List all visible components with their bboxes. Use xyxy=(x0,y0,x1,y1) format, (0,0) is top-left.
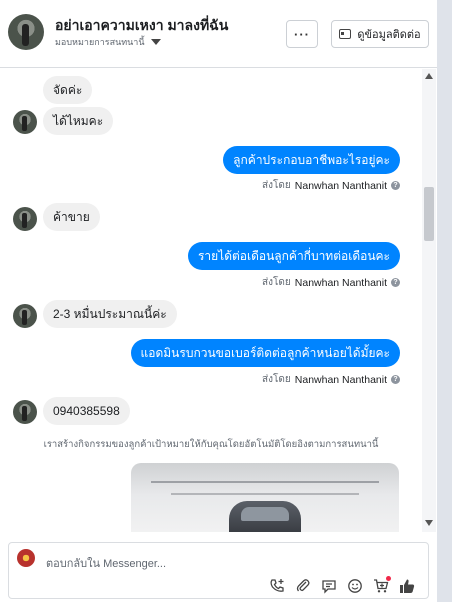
caret-down-icon xyxy=(150,39,161,45)
reply-composer[interactable]: ตอบกลับใน Messenger... xyxy=(8,542,429,599)
contact-avatar-small xyxy=(13,110,37,134)
help-icon[interactable]: ? xyxy=(391,375,400,384)
sent-by-prefix: ส่งโดย xyxy=(262,180,291,191)
help-icon[interactable]: ? xyxy=(391,181,400,190)
photo-detail xyxy=(151,481,379,489)
incoming-message[interactable]: 2-3 หมื่นประมาณนี้ค่ะ xyxy=(43,300,177,328)
conversation-panel: อย่าเอาความเหงา มาลงที่ฉัน มอบหมายการสนท… xyxy=(0,0,437,602)
sent-by-line: ส่งโดย Nanwhan Nanthanit ? xyxy=(262,275,400,290)
message-thread[interactable]: จัดค่ะ ได้ไหมคะ ลูกค้าประกอบอาชีพอะไรอยู… xyxy=(0,69,437,532)
conversation-header: อย่าเอาความเหงา มาลงที่ฉัน มอบหมายการสนท… xyxy=(0,0,437,68)
thumbs-up-icon[interactable] xyxy=(399,578,415,594)
more-options-button[interactable]: ··· xyxy=(286,20,318,48)
incoming-message[interactable]: 0940385598 xyxy=(43,397,130,425)
outgoing-message[interactable]: แอดมินรบกวนขอเบอร์ติดต่อลูกค้าหน่อยได้มั… xyxy=(130,339,400,367)
sender-name: Nanwhan Nanthanit xyxy=(294,373,387,386)
scroll-up-arrow-icon[interactable] xyxy=(425,73,433,79)
reply-input[interactable]: ตอบกลับใน Messenger... xyxy=(46,554,166,572)
saved-reply-icon[interactable] xyxy=(321,578,337,594)
emoji-icon[interactable] xyxy=(347,578,363,594)
photo-detail xyxy=(171,493,359,495)
sender-name: Nanwhan Nanthanit xyxy=(294,276,387,289)
contact-avatar-small xyxy=(13,207,37,231)
incoming-message[interactable]: ค้าขาย xyxy=(43,203,100,231)
car-windshield xyxy=(241,507,289,521)
sent-by-line: ส่งโดย Nanwhan Nanthanit ? xyxy=(262,372,400,387)
contact-avatar-small xyxy=(13,304,37,328)
scroll-thumb[interactable] xyxy=(424,187,434,241)
outgoing-message[interactable]: รายได้ต่อเดือนลูกค้ากี่บาทต่อเดือนคะ xyxy=(187,242,400,270)
outgoing-message[interactable]: ลูกค้าประกอบอาชีพอะไรอยู่คะ xyxy=(223,146,400,174)
assign-conversation-dropdown[interactable]: มอบหมายการสนทนานี้ xyxy=(55,35,161,49)
sender-name: Nanwhan Nanthanit xyxy=(294,179,387,192)
incoming-message[interactable]: จัดค่ะ xyxy=(43,76,93,104)
assign-label: มอบหมายการสนทนานี้ xyxy=(55,37,145,47)
contact-avatar[interactable] xyxy=(8,14,44,50)
help-icon[interactable]: ? xyxy=(391,278,400,287)
image-attachment[interactable] xyxy=(131,463,399,532)
page-avatar xyxy=(17,549,35,567)
sent-by-prefix: ส่งโดย xyxy=(262,374,291,385)
attachment-icon[interactable] xyxy=(295,578,311,594)
contact-avatar-small xyxy=(13,400,37,424)
view-contact-info-button[interactable]: ดูข้อมูลติดต่อ xyxy=(331,20,429,48)
thread-scrollbar[interactable] xyxy=(422,69,436,532)
sent-by-line: ส่งโดย Nanwhan Nanthanit ? xyxy=(262,178,400,193)
notification-dot xyxy=(386,576,391,581)
contact-name[interactable]: อย่าเอาความเหงา มาลงที่ฉัน xyxy=(55,15,228,37)
composer-toolbar xyxy=(269,576,415,594)
shopping-cart-icon[interactable] xyxy=(373,576,391,594)
contact-card-icon xyxy=(339,29,352,39)
scroll-down-arrow-icon[interactable] xyxy=(425,520,433,526)
view-contact-info-label: ดูข้อมูลติดต่อ xyxy=(357,29,421,41)
window-edge xyxy=(437,0,452,602)
lead-activity-notice: เราสร้างกิจกรรมของลูกค้าเป้าหมายให้กับคุ… xyxy=(43,439,379,450)
call-add-icon[interactable] xyxy=(269,578,285,594)
incoming-message[interactable]: ได้ไหมคะ xyxy=(43,107,114,135)
sent-by-prefix: ส่งโดย xyxy=(262,277,291,288)
